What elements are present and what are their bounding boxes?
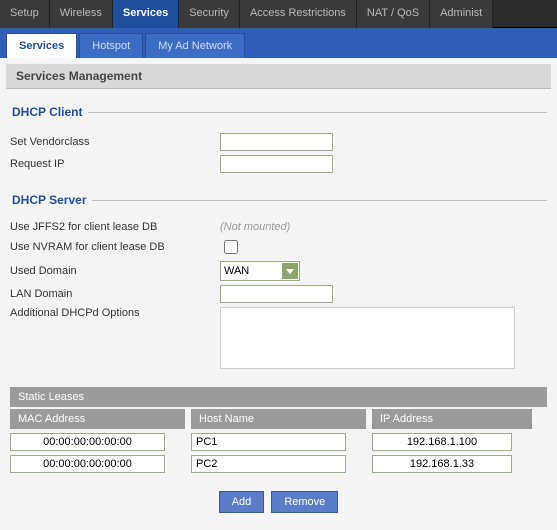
jffs2-label: Use JFFS2 for client lease DB <box>10 221 220 233</box>
sub-tab-bar: Services Hotspot My Ad Network <box>0 28 557 58</box>
dhcp-server-legend: DHCP Server <box>10 193 92 207</box>
header-ip: IP Address <box>372 409 532 429</box>
additional-dhcpd-label: Additional DHCPd Options <box>10 307 220 319</box>
lease-ip-input[interactable] <box>372 433 512 451</box>
used-domain-select[interactable]: WAN <box>220 261 300 281</box>
button-row: Add Remove <box>10 491 547 513</box>
static-leases-body <box>10 433 547 473</box>
dhcp-server-block: DHCP Server Use JFFS2 for client lease D… <box>10 193 547 373</box>
vendorclass-label: Set Vendorclass <box>10 136 220 148</box>
top-tab-access-restrictions[interactable]: Access Restrictions <box>240 0 357 28</box>
lease-ip-input[interactable] <box>372 455 512 473</box>
dhcp-client-block: DHCP Client Set Vendorclass Request IP <box>10 105 547 177</box>
top-tab-administration[interactable]: Administ <box>430 0 493 28</box>
dhcp-client-legend: DHCP Client <box>10 105 88 119</box>
top-tab-services[interactable]: Services <box>113 0 179 28</box>
lease-mac-input[interactable] <box>10 433 165 451</box>
top-tab-wireless[interactable]: Wireless <box>50 0 113 28</box>
sub-tab-services[interactable]: Services <box>6 33 77 58</box>
jffs2-status: (Not mounted) <box>220 221 290 233</box>
header-host: Host Name <box>191 409 366 429</box>
static-leases-block: Static Leases MAC Address Host Name IP A… <box>10 387 547 513</box>
top-tab-setup[interactable]: Setup <box>0 0 50 28</box>
content-area: Services Management DHCP Client Set Vend… <box>0 58 557 527</box>
additional-dhcpd-textarea[interactable] <box>220 307 515 369</box>
used-domain-label: Used Domain <box>10 265 220 277</box>
lan-domain-input[interactable] <box>220 285 333 303</box>
page-title: Services Management <box>6 64 551 89</box>
lease-host-input[interactable] <box>191 455 346 473</box>
nvram-label: Use NVRAM for client lease DB <box>10 241 220 253</box>
add-button[interactable]: Add <box>219 491 265 513</box>
lease-host-input[interactable] <box>191 433 346 451</box>
nvram-checkbox[interactable] <box>224 240 238 254</box>
lease-mac-input[interactable] <box>10 455 165 473</box>
requestip-input[interactable] <box>220 155 333 173</box>
header-mac: MAC Address <box>10 409 185 429</box>
requestip-label: Request IP <box>10 158 220 170</box>
vendorclass-input[interactable] <box>220 133 333 151</box>
remove-button[interactable]: Remove <box>271 491 338 513</box>
lan-domain-label: LAN Domain <box>10 288 220 300</box>
top-tab-security[interactable]: Security <box>179 0 240 28</box>
top-tab-bar: Setup Wireless Services Security Access … <box>0 0 557 28</box>
lease-row <box>10 433 547 451</box>
lease-row <box>10 455 547 473</box>
sub-tab-hotspot[interactable]: Hotspot <box>79 33 143 58</box>
sub-tab-my-ad-network[interactable]: My Ad Network <box>145 33 245 58</box>
static-leases-title: Static Leases <box>10 387 547 407</box>
top-tab-nat-qos[interactable]: NAT / QoS <box>357 0 430 28</box>
static-leases-header-row: MAC Address Host Name IP Address <box>10 409 547 429</box>
